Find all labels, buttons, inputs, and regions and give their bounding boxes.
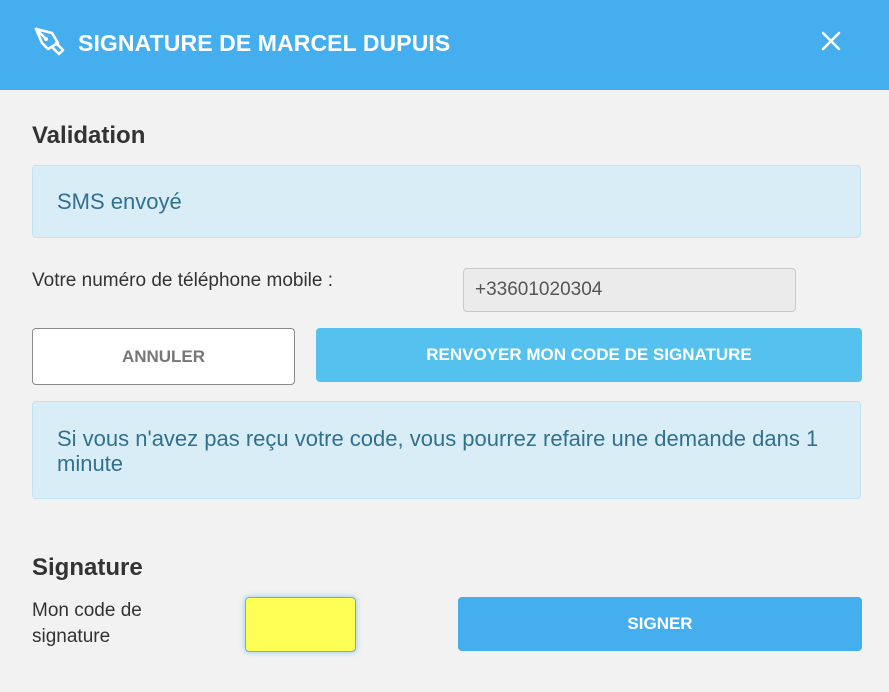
phone-label: Votre numéro de téléphone mobile :	[32, 270, 334, 291]
retry-notice-text: Si vous n'avez pas reçu votre code, vous…	[57, 426, 819, 476]
resend-code-button[interactable]: RENVOYER MON CODE DE SIGNATURE	[316, 328, 862, 382]
close-icon[interactable]	[820, 30, 842, 52]
dialog-header: SIGNATURE DE MARCEL DUPUIS	[0, 0, 889, 90]
phone-input[interactable]	[463, 268, 796, 312]
signature-code-input[interactable]	[245, 597, 356, 652]
pen-nib-icon	[34, 27, 65, 56]
cancel-button[interactable]: ANNULER	[32, 328, 295, 385]
sms-status-text: SMS envoyé	[57, 189, 182, 214]
signature-heading: Signature	[32, 554, 143, 581]
retry-notice-alert: Si vous n'avez pas reçu votre code, vous…	[32, 401, 861, 499]
sign-button[interactable]: SIGNER	[458, 597, 862, 651]
dialog-title: SIGNATURE DE MARCEL DUPUIS	[78, 30, 451, 56]
validation-heading: Validation	[32, 122, 146, 149]
sms-status-alert: SMS envoyé	[32, 165, 861, 238]
signature-code-label: Mon code de signature	[32, 600, 142, 647]
